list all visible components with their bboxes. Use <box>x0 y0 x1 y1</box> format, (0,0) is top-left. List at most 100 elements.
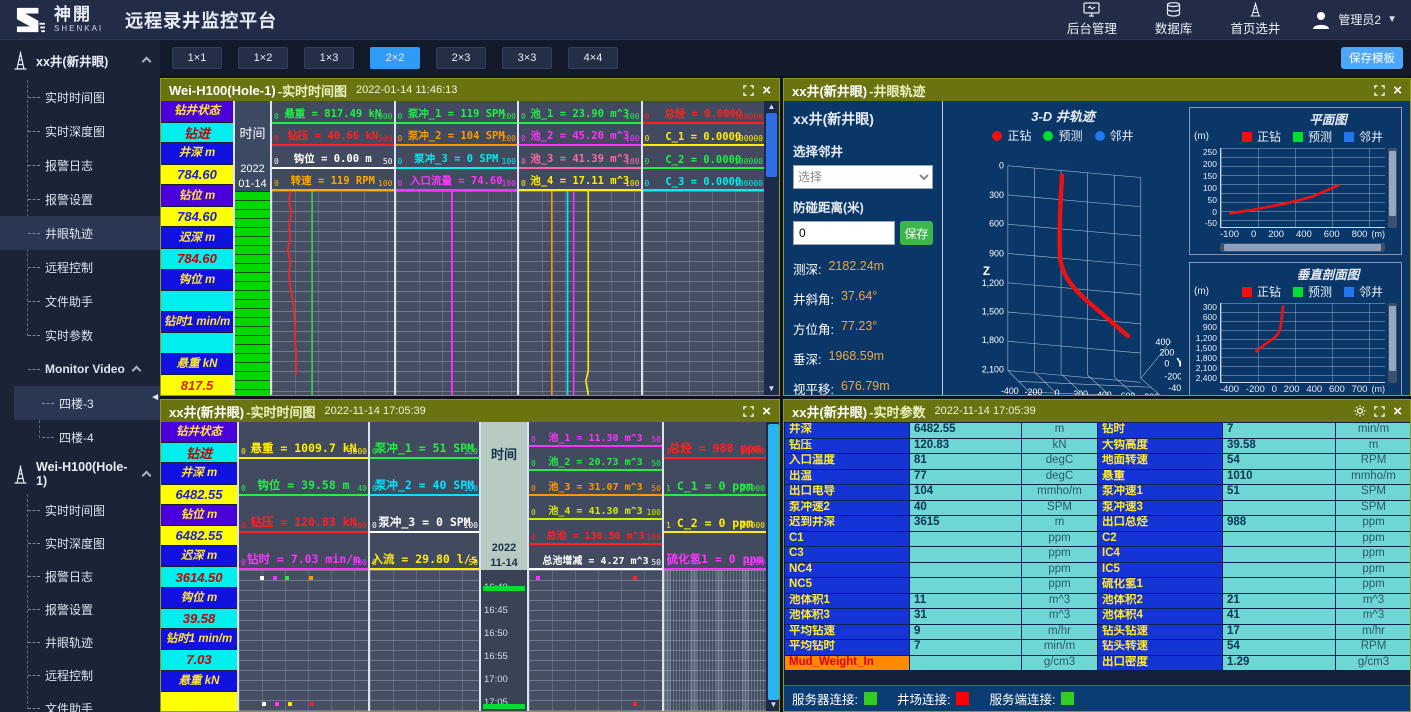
layout-button[interactable]: 2×2 <box>370 47 420 69</box>
sidebar-item[interactable]: 报警日志 <box>0 560 160 593</box>
panel-subtitle: -井眼轨迹 <box>869 81 925 100</box>
sidebar-item[interactable]: 报警日志 <box>0 148 160 182</box>
scroll-thumb[interactable] <box>1389 151 1396 216</box>
scroll-thumb[interactable] <box>768 424 779 700</box>
layout-button[interactable]: 2×3 <box>436 47 486 69</box>
sidebar-well-wei-h100[interactable]: Wei-H100(Hole-1) <box>0 454 160 494</box>
sidebar-item[interactable]: 实时时间图 <box>0 494 160 527</box>
sidebar-item[interactable]: 井眼轨迹 <box>0 216 160 250</box>
v-scrollbar[interactable] <box>1388 303 1397 383</box>
layout-button[interactable]: 1×3 <box>304 47 354 69</box>
scroll-thumb[interactable] <box>766 113 777 177</box>
scroll-thumb[interactable] <box>1224 244 1381 251</box>
table-cell: min/m <box>1336 423 1411 439</box>
sidebar-subitem[interactable]: 四楼-4 <box>14 420 160 454</box>
time-axis-header: 时间 2022 01-14 <box>233 101 270 191</box>
parameter-label: 井深 m <box>161 463 237 483</box>
parameter-label: 钩位 m <box>161 270 233 291</box>
legend-swatch <box>1344 132 1354 142</box>
expand-icon[interactable] <box>743 406 754 417</box>
parameter-cell: 钻井状态 钻进 <box>161 422 237 462</box>
nav-backend-admin[interactable]: 后台管理 <box>1067 2 1117 37</box>
parameter-label: 钻井状态 <box>161 422 237 442</box>
axis-unit: (m) <box>1194 286 1228 297</box>
table-row: 平均钻时7min/m钻头转速54RPM <box>785 640 1410 656</box>
tree-dash <box>28 510 40 511</box>
v-scrollbar[interactable] <box>1388 148 1397 228</box>
legend-item: 邻井 <box>1095 127 1134 144</box>
table-row: 入口温度81degC地面转速54RPM <box>785 454 1410 470</box>
user-name: 管理员2 <box>1338 11 1381 28</box>
h-scrollbar[interactable] <box>1220 243 1385 252</box>
sidebar-item[interactable]: 实时参数 <box>0 318 160 352</box>
sidebar-item[interactable]: 远程控制 <box>0 250 160 284</box>
legend-dot <box>1095 131 1105 141</box>
sidebar-collapse-handle[interactable]: ◄ <box>150 392 160 403</box>
table-cell: 31 <box>910 609 1022 625</box>
sidebar-well-xx[interactable]: xx井(新井眼) <box>0 40 160 80</box>
table-cell: SPM <box>1022 501 1098 517</box>
sidebar-item[interactable]: 文件助手 <box>0 284 160 318</box>
save-template-button[interactable]: 保存模板 <box>1341 47 1403 69</box>
chart-scrollbar[interactable]: ▲ ▼ <box>764 101 779 395</box>
sidebar-item[interactable]: 实时时间图 <box>0 80 160 114</box>
plot-title: 平面图 <box>1194 109 1397 128</box>
track-chart <box>662 570 766 711</box>
save-distance-button[interactable]: 保存 <box>900 221 933 245</box>
curve-label: 0C_3 = 0.0000100000 <box>643 169 765 192</box>
table-cell: ppm <box>1022 532 1098 548</box>
svg-text:-400: -400 <box>1168 383 1181 393</box>
chevron-up-icon <box>142 471 152 481</box>
layout-toolbar: 1×1 1×2 1×3 2×2 2×3 3×3 4×4 保存模板 <box>160 40 1411 76</box>
user-menu[interactable]: 管理员2 ▼ <box>1310 9 1397 31</box>
table-cell: 池体积1 <box>785 594 910 610</box>
nav-home-well-select[interactable]: 首页选井 <box>1230 2 1280 37</box>
sidebar-item[interactable]: 实时深度图 <box>0 114 160 148</box>
expand-icon[interactable] <box>743 85 754 96</box>
sidebar-item[interactable]: 井眼轨迹 <box>0 626 160 659</box>
table-cell: 钻头转速 <box>1098 640 1223 656</box>
status-item: 服务器连接: <box>792 689 877 708</box>
sidebar-item[interactable]: 文件助手 <box>0 692 160 712</box>
panel-subtitle: -实时参数 <box>869 402 925 421</box>
neighbor-well-select[interactable]: 选择 <box>793 165 933 189</box>
expand-icon[interactable] <box>1374 406 1385 417</box>
x-tick: 400 <box>1306 384 1322 395</box>
close-icon[interactable]: × <box>762 83 771 98</box>
chart-scrollbar[interactable]: ▼ <box>766 422 780 711</box>
sidebar-item[interactable]: 报警设置 <box>0 182 160 216</box>
sidebar-item[interactable]: 报警设置 <box>0 593 160 626</box>
scroll-down-icon[interactable]: ▼ <box>768 384 776 394</box>
x-tick: 0 <box>1272 384 1277 395</box>
layout-button[interactable]: 3×3 <box>502 47 552 69</box>
expand-icon[interactable] <box>1374 85 1385 96</box>
svg-text:200: 200 <box>1160 348 1175 358</box>
table-cell: 54 <box>1223 454 1336 470</box>
layout-button[interactable]: 1×1 <box>172 47 222 69</box>
close-icon[interactable]: × <box>1393 83 1402 98</box>
sidebar-subitem[interactable]: 四楼-3 <box>14 386 160 420</box>
sidebar-item[interactable]: 远程控制 <box>0 659 160 692</box>
layout-button[interactable]: 1×2 <box>238 47 288 69</box>
collision-distance-input[interactable] <box>793 221 895 245</box>
scroll-up-icon[interactable]: ▲ <box>768 102 776 112</box>
scroll-thumb[interactable] <box>1389 306 1396 371</box>
app-header: 神開 SHENKAI 远程录井监控平台 后台管理 数据库 <box>0 0 1411 40</box>
layout-button[interactable]: 4×4 <box>568 47 618 69</box>
tree-dash <box>42 437 54 438</box>
status-label: 井场连接: <box>897 689 950 708</box>
sidebar-item[interactable]: 实时深度图 <box>0 527 160 560</box>
time-axis: 16:4016:4516:5016:5517:0017:05 <box>479 570 527 711</box>
table-cell: 988 <box>1223 516 1336 532</box>
table-cell: 出口密度 <box>1098 656 1223 672</box>
parameter-value: 6482.55 <box>161 485 237 504</box>
y-tick: 50 <box>1208 196 1217 205</box>
scroll-down-icon[interactable]: ▼ <box>770 700 778 710</box>
legend-item: 预测 <box>1293 283 1332 300</box>
nav-database[interactable]: 数据库 <box>1155 2 1193 37</box>
sidebar-item-monitor-video[interactable]: Monitor Video <box>0 352 160 386</box>
close-icon[interactable]: × <box>762 404 771 419</box>
close-icon[interactable]: × <box>1393 404 1402 419</box>
table-cell: 大钩高度 <box>1098 439 1223 455</box>
gear-icon[interactable] <box>1354 405 1366 417</box>
